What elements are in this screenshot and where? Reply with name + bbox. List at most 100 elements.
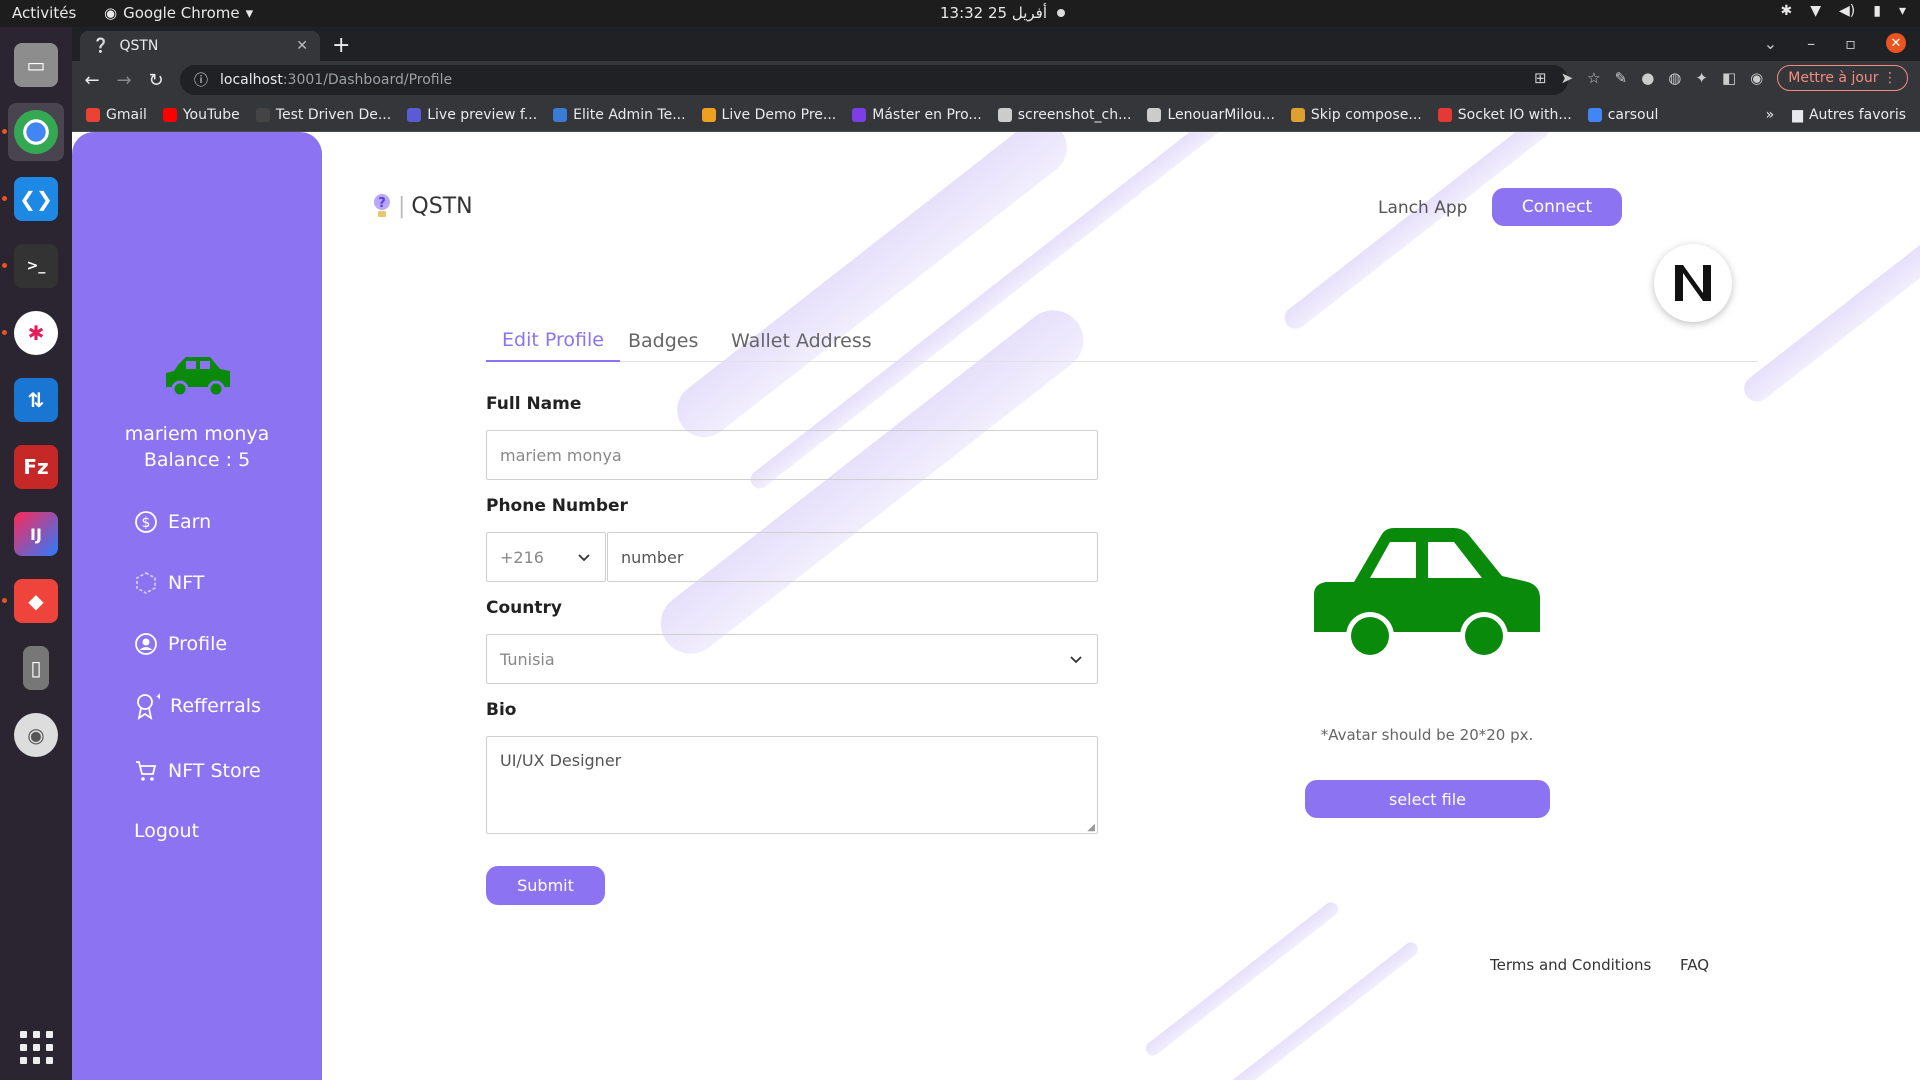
minimize-button[interactable]: – (1807, 34, 1815, 53)
dock-intellij[interactable]: IJ (8, 505, 64, 563)
bookmark-item[interactable]: Skip compose... (1290, 107, 1422, 123)
maximize-button[interactable]: ▫ (1845, 34, 1856, 53)
faq-link[interactable]: FAQ (1680, 956, 1709, 974)
running-indicator (2, 263, 7, 268)
bio-value: UI/UX Designer (500, 751, 622, 770)
full-name-input[interactable]: mariem monya (486, 430, 1098, 480)
dock-chrome[interactable] (2, 103, 64, 161)
more-bookmarks-icon[interactable]: » (1766, 107, 1775, 123)
bookmark-item[interactable]: Live preview f... (407, 107, 537, 123)
bookmark-item[interactable]: Elite Admin Te... (553, 107, 686, 123)
bookmark-item[interactable]: LenouarMilou... (1147, 107, 1275, 123)
wifi-icon: ▼ (1810, 3, 1822, 19)
clock[interactable]: 13:32 25 أفريل (940, 4, 1066, 22)
sidebar-item-logout[interactable]: Logout (134, 820, 199, 842)
dock-transfer[interactable]: ⇅ (8, 371, 64, 429)
background-stripe (1738, 183, 1920, 407)
other-bookmarks-folder[interactable]: ▆ Autres favoris (1792, 107, 1906, 123)
extension-ball-icon[interactable]: ◍ (1668, 69, 1681, 87)
dock-vscode[interactable]: ❮❯ (2, 170, 64, 228)
submit-button[interactable]: Submit (486, 866, 605, 905)
phone-number-label: Phone Number (486, 496, 628, 516)
dollar-icon: $ (135, 511, 157, 533)
bookmark-label: Live Demo Pre... (721, 107, 837, 123)
extension-pen-icon[interactable]: ✎ (1615, 69, 1628, 87)
chrome-toolbar: ← → ↻ ⓘ localhost:3001/Dashboard/Profile… (72, 61, 1920, 99)
select-file-button[interactable]: select file (1305, 780, 1550, 818)
system-tray[interactable]: ✱ ▼ ◀) ▮ ▾ (1781, 3, 1907, 19)
dock-terminal[interactable]: >_ (2, 237, 64, 295)
back-icon[interactable]: ← (76, 70, 108, 91)
forward-icon[interactable]: → (108, 70, 140, 91)
sidebar-item-profile[interactable]: Profile (134, 632, 227, 656)
bookmark-item[interactable]: screenshot_ch... (997, 107, 1131, 123)
bookmark-label: carsoul (1607, 107, 1659, 123)
translate-icon[interactable]: ⊞ (1534, 69, 1547, 87)
disc-icon: ◉ (14, 713, 58, 757)
bookmark-favicon-icon (255, 108, 270, 122)
profile-avatar-icon[interactable]: ◉ (1750, 69, 1763, 87)
phone-number-input[interactable]: number (607, 532, 1098, 582)
extension-color-icon[interactable]: ● (1641, 69, 1654, 87)
sidebar-item-nft-store[interactable]: NFT Store (134, 759, 261, 783)
sidebar-item-earn[interactable]: $ Earn (134, 510, 211, 534)
slack-tray-icon[interactable]: ✱ (1781, 3, 1793, 19)
slack-icon: ✱ (14, 311, 58, 355)
country-label: Country (486, 598, 562, 618)
activities-button[interactable]: Activités (12, 4, 76, 22)
bookmark-favicon-icon (1587, 108, 1602, 122)
dock-filezilla[interactable]: Fz (8, 438, 64, 496)
dock-anydesk[interactable]: ◆ (2, 572, 64, 630)
dock-slack[interactable]: ✱ (2, 304, 64, 362)
sidebar-item-nft[interactable]: NFT (134, 571, 204, 595)
site-info-icon[interactable]: ⓘ (194, 70, 208, 90)
resize-handle-icon[interactable]: ◢ (1087, 822, 1095, 833)
bookmark-item[interactable]: Live Demo Pre... (701, 107, 837, 123)
toolbar-actions: ⊞ ➤ ☆ ✎ ● ◍ ✦ ◧ ◉ Mettre à jour ⋮ (1534, 65, 1908, 91)
launch-app-link[interactable]: Lanch App (1378, 198, 1467, 218)
dock-device[interactable]: ▯ (8, 639, 64, 697)
country-value: Tunisia (500, 649, 555, 669)
connect-button[interactable]: Connect (1492, 188, 1622, 226)
bookmark-item[interactable]: Test Driven De... (255, 107, 391, 123)
country-code-select[interactable]: +216 (486, 532, 606, 582)
tab-badges[interactable]: Badges (612, 320, 714, 362)
reload-icon[interactable]: ↻ (140, 70, 172, 91)
sidebar-item-referrals[interactable]: ✦ Refferrals (134, 692, 261, 720)
send-icon[interactable]: ➤ (1561, 69, 1574, 87)
address-bar[interactable]: ⓘ localhost:3001/Dashboard/Profile (180, 65, 1568, 95)
near-icon (1675, 265, 1711, 301)
near-logo[interactable] (1654, 244, 1732, 322)
new-tab-button[interactable]: + (332, 33, 350, 58)
tab-search-icon[interactable]: ⌄ (1764, 34, 1777, 53)
bookmark-item[interactable]: Socket IO with... (1437, 107, 1572, 123)
close-tab-icon[interactable]: ✕ (296, 38, 308, 54)
svg-text:$: $ (142, 515, 151, 531)
bookmark-item[interactable]: Máster en Pro... (852, 107, 982, 123)
app-menu-label: Google Chrome (123, 4, 240, 22)
tab-wallet-address[interactable]: Wallet Address (715, 320, 888, 362)
bookmark-item[interactable]: carsoul (1587, 107, 1659, 123)
app-menu[interactable]: ◉ Google Chrome ▾ (104, 4, 253, 22)
show-apps-icon[interactable] (20, 1031, 53, 1064)
dock-disc[interactable]: ◉ (8, 706, 64, 764)
browser-tab[interactable]: ❔ QSTN ✕ (80, 31, 320, 61)
bookmark-star-icon[interactable]: ☆ (1587, 69, 1600, 87)
update-button[interactable]: Mettre à jour ⋮ (1777, 65, 1908, 91)
running-indicator (2, 196, 7, 201)
dock-files[interactable]: ▭ (8, 36, 64, 94)
bio-textarea[interactable]: UI/UX Designer ◢ (486, 736, 1098, 834)
side-panel-icon[interactable]: ◧ (1722, 69, 1736, 87)
brand-logo[interactable]: ? | QSTN (372, 192, 473, 220)
extensions-puzzle-icon[interactable]: ✦ (1695, 69, 1708, 87)
other-bookmarks-label: Autres favoris (1808, 107, 1906, 123)
bookmark-item[interactable]: Gmail (86, 107, 147, 123)
chevron-down-icon: ▾ (245, 4, 254, 22)
tab-edit-profile[interactable]: Edit Profile (486, 320, 620, 362)
battery-icon: ▮ (1873, 3, 1881, 19)
bookmark-item[interactable]: YouTube (162, 107, 240, 123)
close-window-button[interactable]: ✕ (1886, 33, 1906, 53)
ubuntu-dock: ▭ ❮❯ >_ ✱ ⇅ Fz IJ ◆ ▯ ◉ (0, 27, 72, 1080)
country-select[interactable]: Tunisia (486, 634, 1098, 684)
terms-link[interactable]: Terms and Conditions (1490, 956, 1651, 974)
